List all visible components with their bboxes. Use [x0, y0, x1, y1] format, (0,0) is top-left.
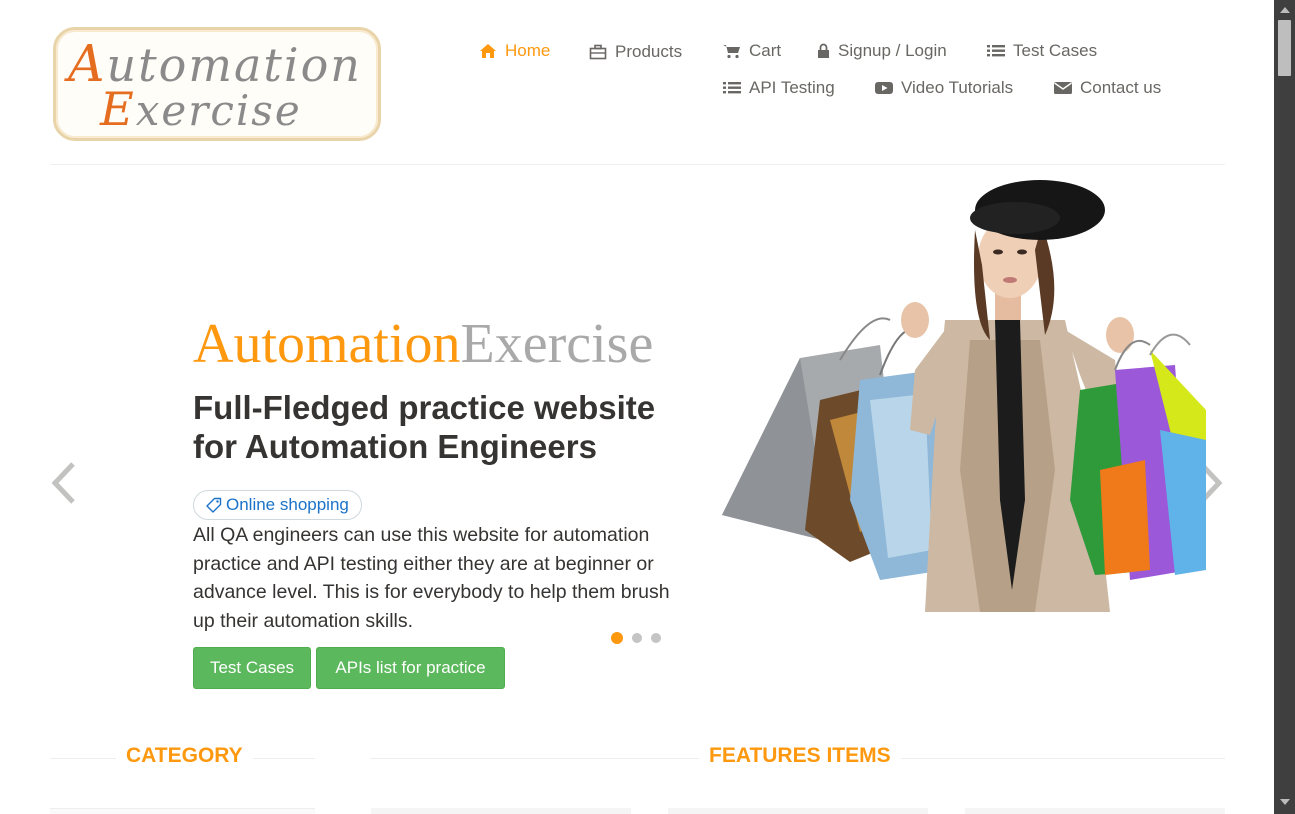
- list-icon: [723, 82, 741, 94]
- nav-contact-label: Contact us: [1080, 78, 1162, 97]
- header-divider: [50, 164, 1225, 165]
- youtube-icon: [875, 82, 893, 94]
- slider-brand-title: AutomationExercise: [193, 313, 654, 375]
- category-panel: [50, 808, 315, 814]
- site-logo[interactable]: Automation Exercise: [53, 27, 381, 141]
- hero-girl-with-shopping-bags-image: [722, 180, 1206, 612]
- lock-icon: [818, 43, 829, 58]
- nav-contact-us[interactable]: Contact us: [1054, 78, 1161, 98]
- cart-icon: [723, 45, 740, 59]
- nav-home-label: Home: [505, 41, 551, 60]
- nav-cart[interactable]: Cart: [723, 41, 781, 61]
- online-shopping-tag[interactable]: Online shopping: [193, 490, 362, 520]
- list-icon: [987, 45, 1005, 57]
- scroll-up-arrow-icon[interactable]: [1280, 7, 1290, 13]
- features-items-heading: FEATURES ITEMS: [699, 744, 901, 768]
- product-card: [965, 808, 1225, 814]
- tag-icon: [206, 497, 222, 513]
- carousel-indicator-3[interactable]: [651, 633, 661, 643]
- carousel-indicator-2[interactable]: [632, 633, 642, 643]
- logo-line-exercise: Exercise: [100, 82, 302, 136]
- envelope-icon: [1054, 82, 1072, 94]
- carousel-indicator-1[interactable]: [611, 632, 623, 644]
- briefcase-icon: [589, 44, 607, 60]
- nav-test-cases-label: Test Cases: [1013, 41, 1098, 60]
- nav-products-label: Products: [615, 42, 683, 61]
- scroll-down-arrow-icon[interactable]: [1280, 799, 1290, 805]
- product-card: [668, 808, 928, 814]
- apis-list-button[interactable]: APIs list for practice: [316, 647, 505, 689]
- chevron-left-icon[interactable]: [47, 458, 81, 508]
- nav-products[interactable]: Products: [589, 42, 682, 62]
- slider-description: All QA engineers can use this website fo…: [193, 524, 670, 632]
- product-card: [371, 808, 631, 814]
- slider-headline: Full-Fledged practice website for Automa…: [193, 389, 656, 465]
- nav-signup-login[interactable]: Signup / Login: [817, 41, 947, 61]
- nav-home[interactable]: Home: [479, 41, 550, 61]
- nav-test-cases[interactable]: Test Cases: [987, 41, 1097, 61]
- page-scrollbar[interactable]: [1274, 0, 1295, 814]
- nav-video-tutorials[interactable]: Video Tutorials: [875, 78, 1013, 98]
- category-heading: CATEGORY: [116, 744, 253, 768]
- scrollbar-thumb[interactable]: [1278, 20, 1291, 76]
- tag-label: Online shopping: [226, 495, 349, 514]
- nav-video-tutorials-label: Video Tutorials: [901, 78, 1014, 97]
- nav-api-testing[interactable]: API Testing: [723, 78, 835, 98]
- nav-signup-label: Signup / Login: [838, 41, 947, 60]
- test-cases-button[interactable]: Test Cases: [193, 647, 311, 689]
- home-icon: [480, 44, 496, 58]
- page: Automation Exercise Home Products Cart S…: [0, 0, 1274, 814]
- nav-cart-label: Cart: [749, 41, 782, 60]
- nav-api-testing-label: API Testing: [749, 78, 835, 97]
